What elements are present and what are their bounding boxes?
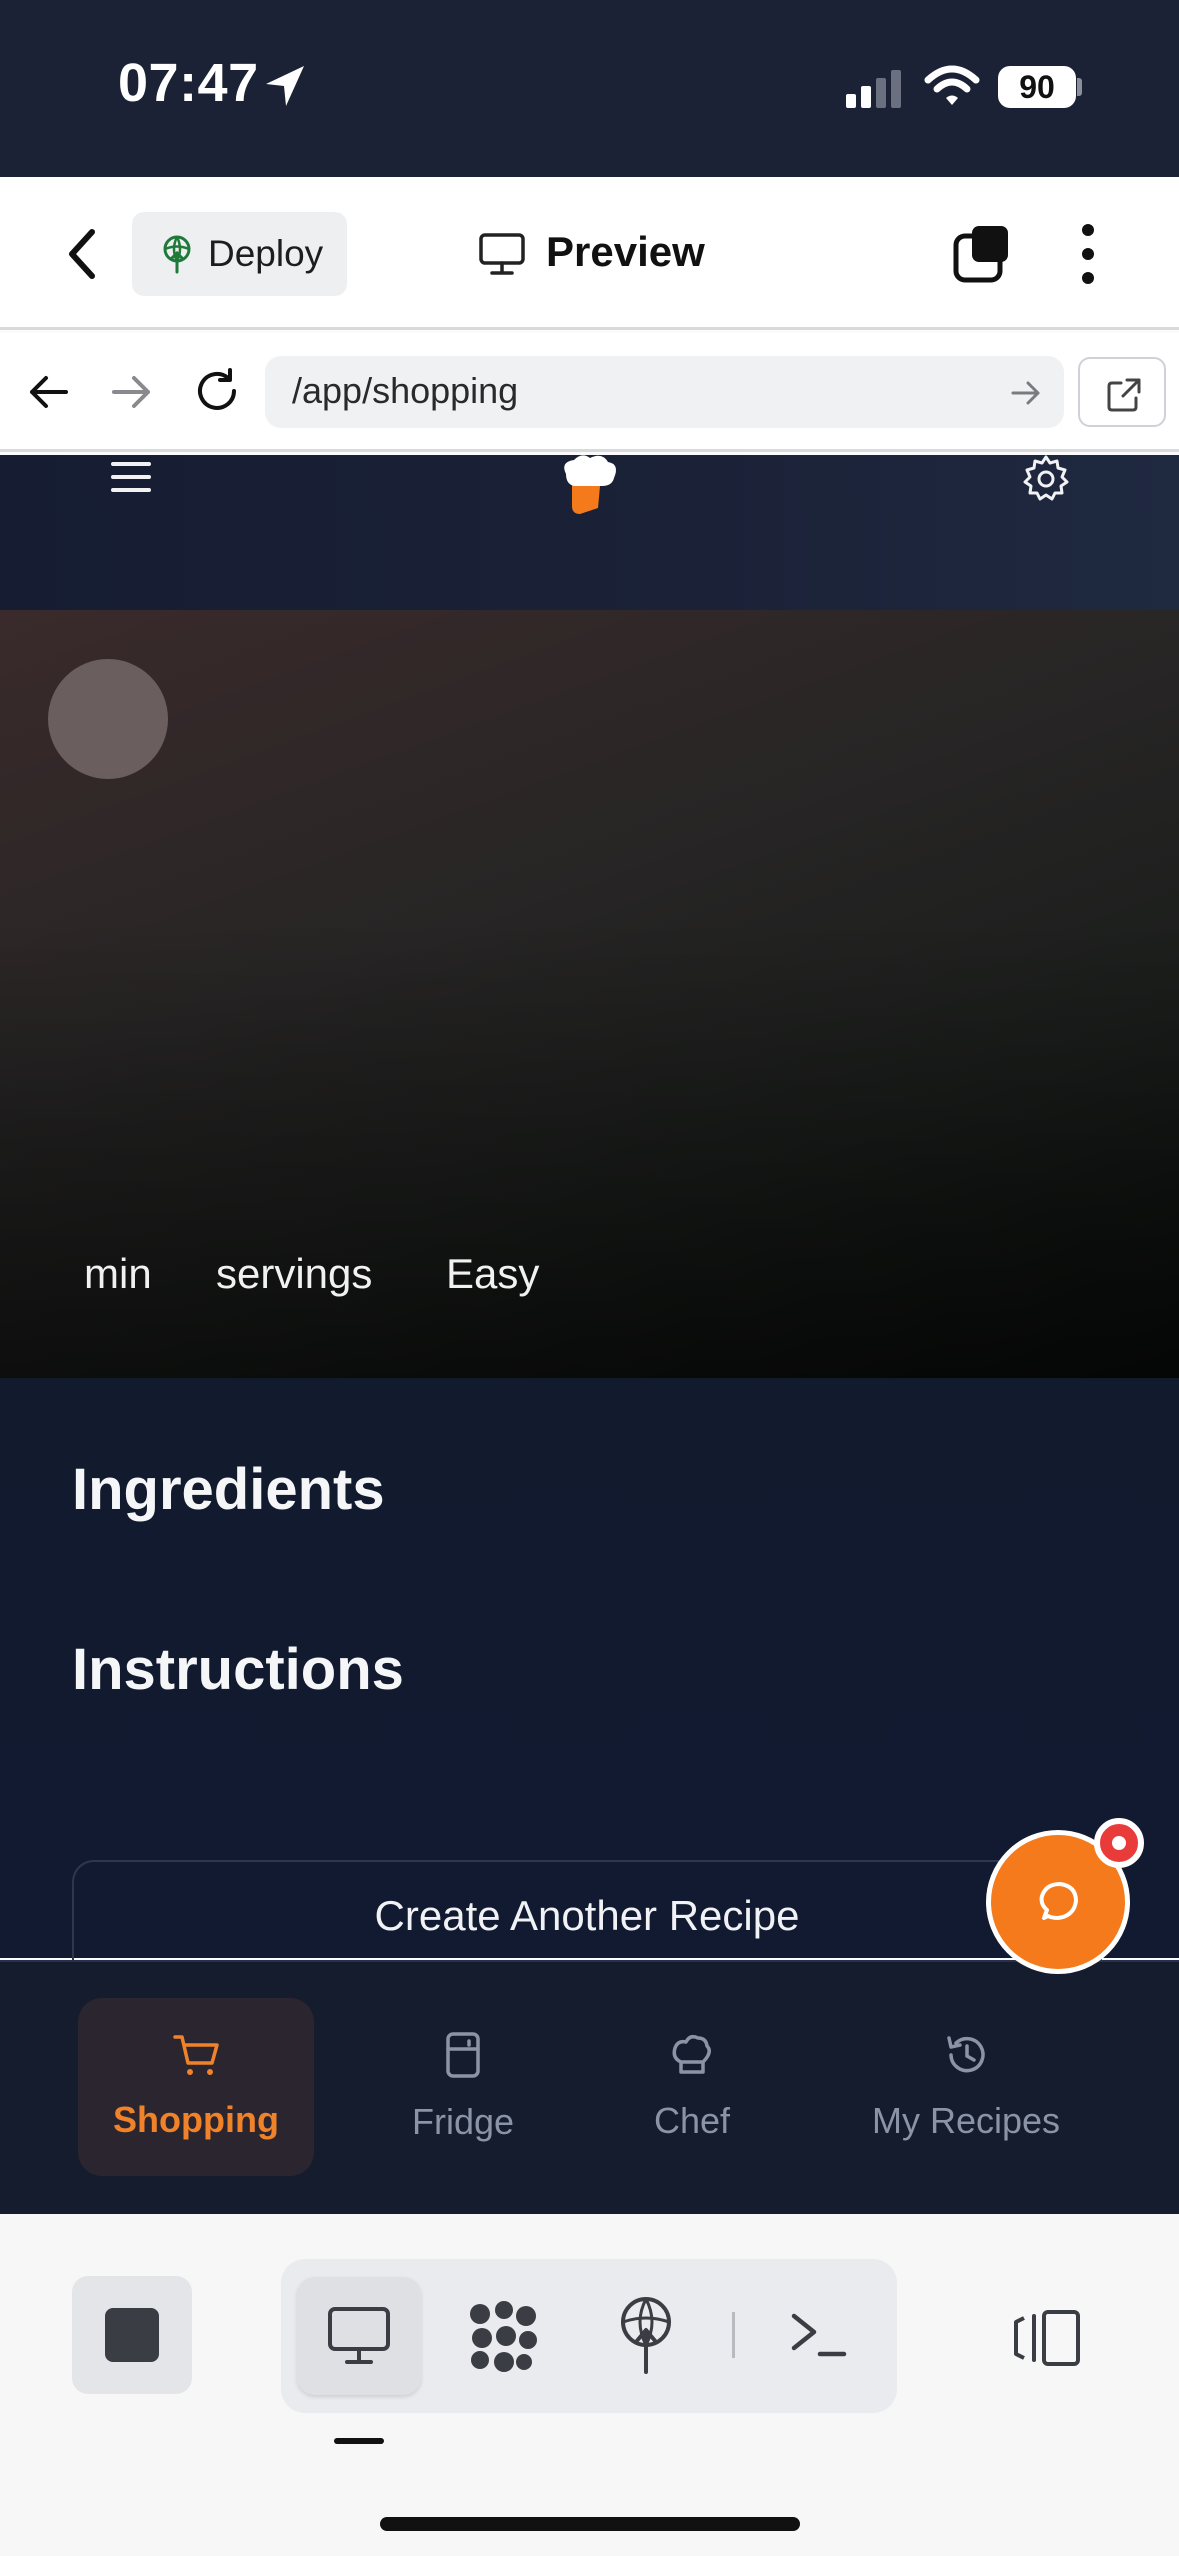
deploy-globe-icon[interactable]	[616, 2296, 676, 2376]
terminal-icon[interactable]	[790, 2310, 848, 2360]
nav-label-shopping: Shopping	[113, 2099, 279, 2140]
back-chevron-icon[interactable]	[62, 226, 102, 282]
active-view-indicator	[334, 2438, 384, 2444]
ingredients-heading: Ingredients	[72, 1457, 385, 1522]
nav-item-chef[interactable]: Chef	[610, 1998, 774, 2176]
stop-icon	[105, 2308, 159, 2362]
battery-nub	[1077, 78, 1082, 96]
wifi-icon	[924, 65, 980, 105]
url-text[interactable]: /app/shopping	[292, 370, 518, 412]
stop-button[interactable]	[72, 2276, 192, 2394]
meta-difficulty: Easy	[446, 1250, 540, 1297]
integrations-icon[interactable]	[466, 2300, 542, 2372]
notification-dot	[1094, 1818, 1144, 1868]
preview-monitor-icon	[328, 2307, 390, 2364]
settings-gear-icon[interactable]	[1022, 454, 1070, 502]
cart-icon	[173, 2035, 219, 2075]
preview-title[interactable]: Preview	[546, 228, 705, 276]
external-link-icon	[1107, 378, 1141, 412]
status-time: 07:47	[118, 53, 259, 113]
history-icon	[947, 2036, 985, 2073]
chef-hat-icon	[672, 2034, 711, 2074]
monitor-icon	[479, 233, 525, 275]
nav-label-fridge: Fridge	[411, 2101, 515, 2142]
battery-indicator: 90	[998, 66, 1076, 108]
toolbar-divider	[732, 2312, 735, 2358]
deploy-button[interactable]: Deploy	[132, 212, 347, 296]
instructions-heading: Instructions	[72, 1637, 404, 1702]
home-indicator[interactable]	[380, 2517, 800, 2531]
browser-back-icon[interactable]	[26, 372, 70, 412]
fridge-icon	[446, 2032, 480, 2078]
meta-servings: servings	[216, 1250, 373, 1297]
more-options-icon[interactable]	[1078, 222, 1098, 286]
deploy-label: Deploy	[208, 233, 324, 274]
app-logo-icon	[564, 455, 616, 514]
meta-time: min	[84, 1250, 152, 1297]
nav-item-my-recipes[interactable]: My Recipes	[846, 1998, 1086, 2176]
deploy-icon	[163, 235, 191, 274]
browser-forward-icon[interactable]	[110, 372, 154, 412]
tabs-icon[interactable]	[952, 224, 1012, 284]
split-panel-icon[interactable]	[1010, 2308, 1082, 2368]
reload-icon[interactable]	[192, 366, 242, 416]
avatar	[48, 659, 168, 779]
hamburger-menu-icon[interactable]	[110, 460, 152, 494]
nav-label-my-recipes: My Recipes	[871, 2100, 1061, 2141]
hero-overlay	[0, 610, 1179, 1378]
cellular-signal-icon	[846, 70, 901, 108]
nav-item-fridge[interactable]: Fridge	[380, 1998, 546, 2176]
nav-item-shopping[interactable]: Shopping	[78, 1998, 314, 2176]
location-arrow-icon	[266, 66, 304, 106]
go-arrow-icon[interactable]	[1010, 378, 1042, 408]
chat-bubble-icon	[1039, 1882, 1078, 1920]
open-external-button[interactable]	[1078, 357, 1166, 427]
nav-label-chef: Chef	[653, 2100, 731, 2141]
